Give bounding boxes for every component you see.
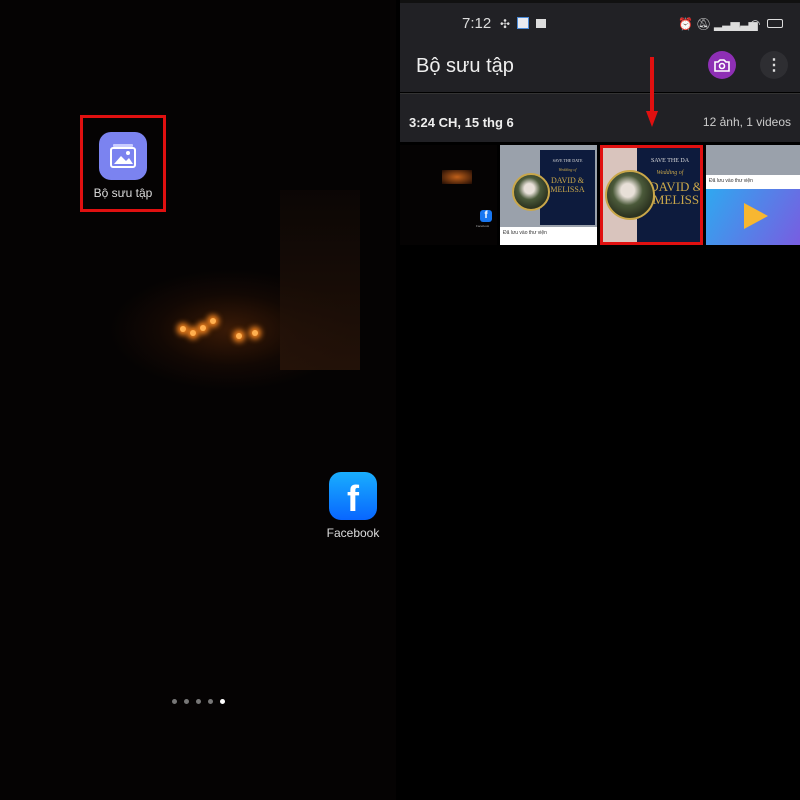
facebook-icon: f [480, 210, 492, 222]
invite-title: SAVE THE DATE [552, 158, 583, 163]
wallpaper-light [252, 330, 258, 336]
invite-subtitle: Wedding of [656, 170, 684, 176]
thumbnail-home-screenshot[interactable]: f Facebook [400, 145, 497, 245]
battery-icon [767, 19, 783, 28]
status-time: 7:12 [462, 15, 492, 32]
gallery-app: 7:12 ✣ ⏰ 🔕︎ ▂▃▅ ▂▃▅ ◠ Bộ sưu tập ⋮ 3:24 … [400, 0, 800, 800]
wallpaper-light [442, 170, 472, 184]
wifi-icon: ◠ [750, 17, 761, 31]
thumbnail-wedding-invite-selected[interactable]: SAVE THE DA Wedding of DAVID & MELISS [600, 145, 703, 245]
app-label: Bộ sưu tập [93, 186, 153, 200]
toast: Đã lưu vào thư viện [706, 175, 800, 189]
more-options-button[interactable]: ⋮ [760, 51, 788, 79]
app-label: Facebook [476, 224, 490, 228]
red-arrow-annotation [646, 57, 658, 127]
camera-icon [714, 59, 730, 72]
page-dot[interactable] [172, 699, 177, 704]
image-notification-icon [536, 19, 546, 28]
mute-icon: 🔕︎ [696, 17, 712, 31]
status-bar: 7:12 ✣ ⏰ 🔕︎ ▂▃▅ ▂▃▅ ◠ [400, 15, 800, 35]
page-dot[interactable] [196, 699, 201, 704]
app-notification-icon [517, 17, 529, 29]
toast: Đã lưu vào thư viện [500, 227, 597, 245]
wallpaper-light [210, 318, 216, 324]
thumbnail-grid: f Facebook SAVE THE DATE Wedding of DAVI… [400, 145, 800, 245]
item-count: 12 ảnh, 1 videos [702, 115, 791, 129]
page-dot-active[interactable] [220, 699, 225, 704]
thumbnail-wedding-invite[interactable]: SAVE THE DATE Wedding of DAVID & MELISSA… [500, 145, 597, 245]
wallpaper-light [200, 325, 206, 331]
app-label: Facebook [326, 526, 380, 540]
wallpaper-light [180, 326, 186, 332]
thumbnail-video-promo[interactable]: Đã lưu vào thư viện [706, 145, 800, 245]
wallpaper-light [190, 330, 196, 336]
more-vertical-icon: ⋮ [766, 57, 782, 74]
pinwheel-icon: ✣ [500, 17, 511, 31]
gallery-icon [99, 132, 147, 180]
promo-banner [706, 189, 800, 245]
home-screen: Bộ sưu tập f Facebook [0, 0, 396, 800]
app-facebook[interactable]: f Facebook [322, 472, 384, 540]
wallpaper-light [236, 333, 242, 339]
page-indicator[interactable] [172, 699, 225, 704]
date-group-header: 3:24 CH, 15 thg 6 12 ảnh, 1 videos [400, 93, 800, 142]
invite-title: SAVE THE DA [650, 158, 690, 164]
camera-button[interactable] [708, 51, 736, 79]
couple-photo [512, 173, 550, 211]
page-dot[interactable] [184, 699, 189, 704]
play-icon [744, 203, 768, 229]
couple-photo [605, 170, 655, 220]
invite-subtitle: Wedding of [558, 167, 577, 172]
page-title: Bộ sưu tập [416, 55, 514, 77]
facebook-icon: f [329, 472, 377, 520]
page-dot[interactable] [208, 699, 213, 704]
wallpaper-tower [280, 190, 360, 370]
date-label: 3:24 CH, 15 thg 6 [409, 115, 514, 130]
app-gallery[interactable]: Bộ sưu tập [80, 115, 166, 212]
app-bar: 7:12 ✣ ⏰ 🔕︎ ▂▃▅ ▂▃▅ ◠ Bộ sưu tập ⋮ [400, 0, 800, 92]
alarm-icon: ⏰ [678, 17, 693, 31]
